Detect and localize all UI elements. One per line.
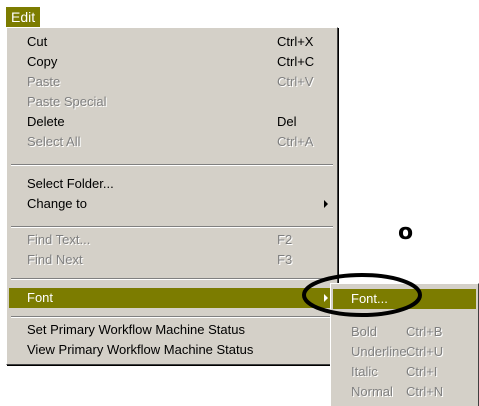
menu-separator (11, 164, 333, 166)
submenu-item-normal[interactable]: Normal Ctrl+N (333, 382, 476, 402)
menu-item-label: Select Folder... (27, 176, 114, 191)
menu-item-label: Paste Special (27, 94, 107, 109)
menu-item-change-to[interactable]: Change to (9, 194, 335, 214)
submenu-item-underline[interactable]: Underline Ctrl+U (333, 342, 476, 362)
submenu-item-label: Italic (351, 364, 378, 379)
menu-item-label: Paste (27, 74, 61, 89)
submenu-item-bold[interactable]: Bold Ctrl+B (333, 322, 476, 342)
menu-item-label: Find Next (27, 252, 83, 267)
menu-separator (11, 278, 333, 280)
menu-item-set-primary-status[interactable]: Set Primary Workflow Machine Status (9, 320, 335, 340)
menu-item-label: Set Primary Workflow Machine Status (27, 322, 245, 337)
menu-item-cut[interactable]: Cut Ctrl+X (9, 32, 335, 52)
menu-item-find-text[interactable]: Find Text... F2 (9, 230, 335, 250)
menu-item-font[interactable]: Font (9, 288, 335, 308)
edit-menu-title[interactable]: Edit (6, 7, 41, 27)
menu-item-label: Change to (27, 196, 87, 211)
menu-item-shortcut: Ctrl+X (277, 34, 314, 49)
menu-item-label: Cut (27, 34, 48, 49)
submenu-item-label: Bold (351, 324, 378, 339)
submenu-item-label: Normal (351, 384, 393, 399)
menu-item-paste[interactable]: Paste Ctrl+V (9, 72, 335, 92)
submenu-item-shortcut: Ctrl+B (406, 324, 443, 339)
edit-menu: Cut Ctrl+X Copy Ctrl+C Paste Ctrl+V Past… (6, 27, 338, 365)
menu-item-label: Delete (27, 114, 65, 129)
menu-separator (11, 226, 333, 228)
callout-label: o (398, 220, 414, 245)
menu-separator (11, 316, 333, 318)
menu-item-select-folder[interactable]: Select Folder... (9, 174, 335, 194)
submenu-item-shortcut: Ctrl+I (406, 364, 438, 379)
menu-item-paste-special[interactable]: Paste Special (9, 92, 335, 112)
submenu-item-shortcut: Ctrl+N (406, 384, 444, 399)
menu-item-label: Select All (27, 134, 81, 149)
menu-item-find-next[interactable]: Find Next F3 (9, 250, 335, 270)
submenu-item-label: Underline (351, 344, 407, 359)
submenu-item-italic[interactable]: Italic Ctrl+I (333, 362, 476, 382)
menu-item-label: Font (27, 290, 54, 305)
menu-item-copy[interactable]: Copy Ctrl+C (9, 52, 335, 72)
submenu-item-shortcut: Ctrl+U (406, 344, 444, 359)
menu-item-shortcut: Del (277, 114, 297, 129)
menu-item-label: Copy (27, 54, 58, 69)
menu-item-select-all[interactable]: Select All Ctrl+A (9, 132, 335, 152)
submenu-arrow-icon (324, 200, 328, 208)
menu-item-shortcut: Ctrl+C (277, 54, 315, 69)
menu-item-shortcut: F3 (277, 252, 293, 267)
menu-item-shortcut: Ctrl+V (277, 74, 314, 89)
menu-item-view-primary-status[interactable]: View Primary Workflow Machine Status (9, 340, 335, 360)
menu-item-delete[interactable]: Delete Del (9, 112, 335, 132)
menu-item-shortcut: Ctrl+A (277, 134, 314, 149)
menu-item-label: Find Text... (27, 232, 91, 247)
menu-item-label: View Primary Workflow Machine Status (27, 342, 254, 357)
menu-item-shortcut: F2 (277, 232, 293, 247)
highlight-ellipse (302, 273, 422, 317)
